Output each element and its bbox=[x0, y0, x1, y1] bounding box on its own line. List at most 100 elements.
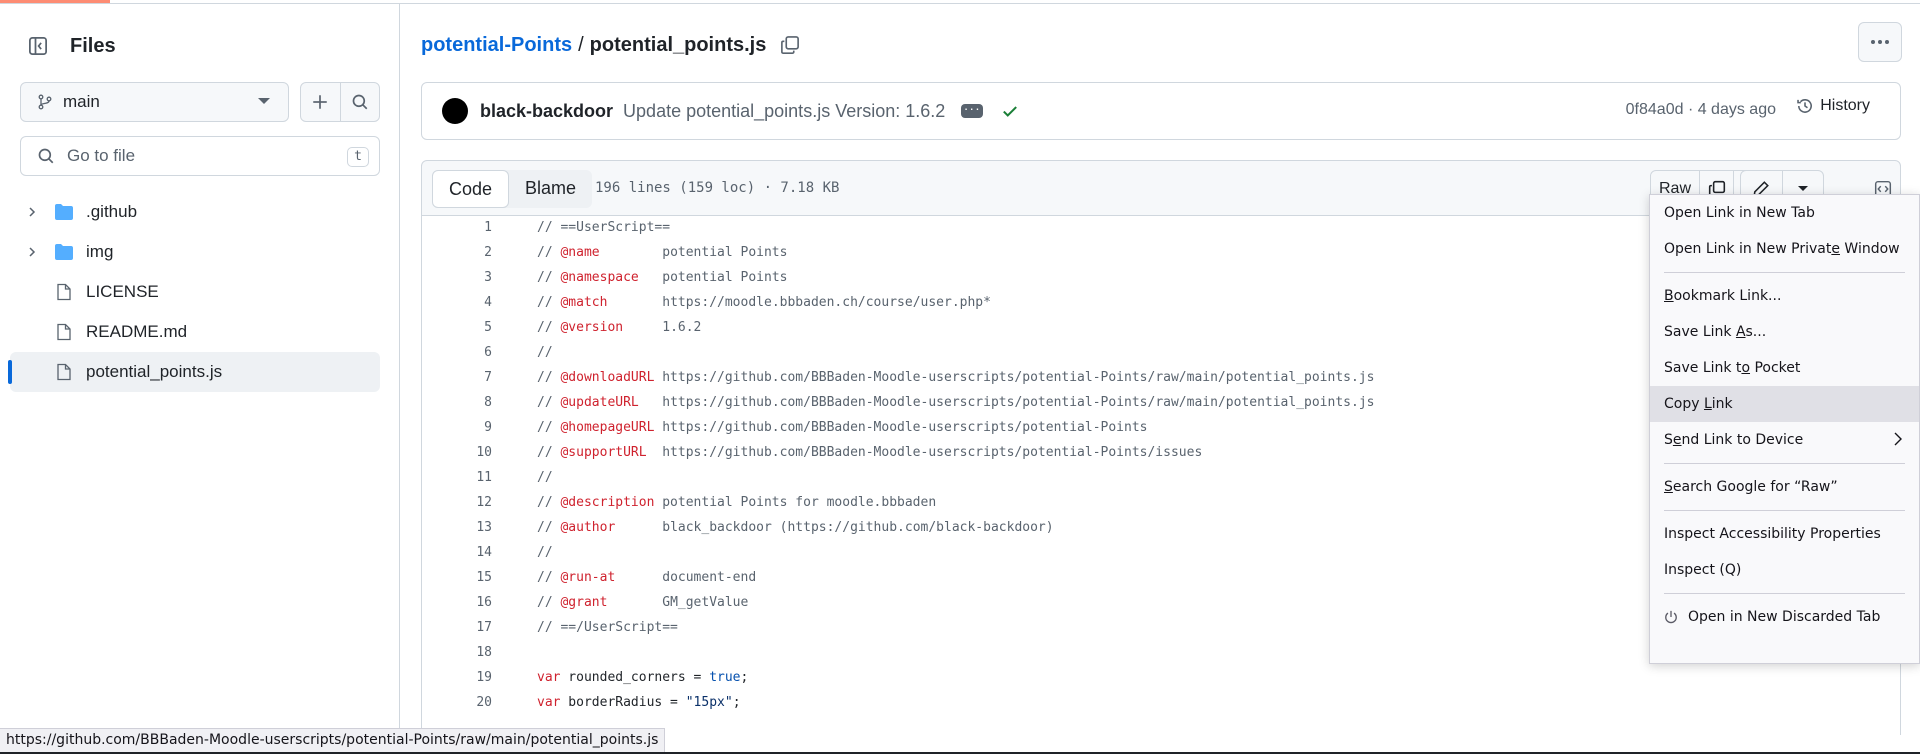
tree-item-readme[interactable]: README.md bbox=[10, 312, 380, 352]
line-number[interactable]: 11 bbox=[422, 470, 492, 485]
commit-author[interactable]: black-backdoor bbox=[480, 101, 613, 122]
menu-separator bbox=[1664, 593, 1905, 594]
menu-item-open-link-in-new-tab[interactable]: Open Link in New Tab bbox=[1650, 195, 1919, 231]
line-number[interactable]: 10 bbox=[422, 445, 492, 460]
line-number[interactable]: 8 bbox=[422, 395, 492, 410]
line-number[interactable]: 19 bbox=[422, 670, 492, 685]
line-number[interactable]: 12 bbox=[422, 495, 492, 510]
history-button[interactable]: History bbox=[1796, 97, 1870, 115]
code-token: document-end bbox=[615, 570, 757, 585]
menu-item-open-in-new-discarded-tab[interactable]: Open in New Discarded Tab bbox=[1650, 599, 1919, 635]
menu-separator bbox=[1664, 510, 1905, 511]
line-number[interactable]: 18 bbox=[422, 645, 492, 660]
breadcrumb: potential-Points / potential_points.js bbox=[421, 30, 800, 60]
folder-icon bbox=[52, 203, 76, 221]
sidebar-header: Files bbox=[20, 26, 116, 66]
line-number[interactable]: 4 bbox=[422, 295, 492, 310]
code-token: "15px" bbox=[685, 695, 733, 710]
line-number[interactable]: 1 bbox=[422, 220, 492, 235]
menu-item-label: Send Link to Device bbox=[1664, 432, 1804, 448]
search-code-button[interactable] bbox=[339, 83, 379, 121]
branch-selector[interactable]: main bbox=[20, 82, 289, 122]
code-token: // bbox=[537, 270, 561, 285]
line-number[interactable]: 15 bbox=[422, 570, 492, 585]
line-number[interactable]: 3 bbox=[422, 270, 492, 285]
code-token: black_backdoor (https://github.com/black… bbox=[615, 520, 1054, 535]
code-text: // @updateURL https://github.com/BBBaden… bbox=[537, 395, 1374, 410]
menu-item-inspect-accessibility-properties[interactable]: Inspect Accessibility Properties bbox=[1650, 516, 1919, 552]
chevron-down-icon bbox=[258, 98, 270, 104]
code-token: rounded_corners = bbox=[560, 670, 710, 685]
menu-item-bookmark-link[interactable]: Bookmark Link... bbox=[1650, 278, 1919, 314]
file-icon bbox=[52, 363, 76, 381]
avatar[interactable] bbox=[442, 98, 468, 124]
chevron-right-icon[interactable] bbox=[22, 206, 42, 218]
tree-item-potential-points-js[interactable]: potential_points.js bbox=[8, 352, 380, 392]
tab-code[interactable]: Code bbox=[432, 170, 510, 208]
code-token: ; bbox=[740, 670, 749, 685]
line-number[interactable]: 16 bbox=[422, 595, 492, 610]
breadcrumb-file-name: potential_points.js bbox=[589, 33, 767, 56]
line-number[interactable]: 17 bbox=[422, 620, 492, 635]
menu-item-save-link-as[interactable]: Save Link As... bbox=[1650, 314, 1919, 350]
chevron-right-icon bbox=[1893, 432, 1903, 446]
file-icon bbox=[52, 323, 76, 341]
tree-item-img-folder[interactable]: img bbox=[10, 232, 380, 272]
code-token: https://github.com/BBBaden-Moodle-usersc… bbox=[654, 370, 1375, 385]
expand-commit-message-button[interactable]: ··· bbox=[961, 101, 984, 118]
collapse-sidebar-button[interactable] bbox=[20, 28, 56, 64]
line-number[interactable]: 6 bbox=[422, 345, 492, 360]
shortcut-hint: t bbox=[347, 147, 369, 167]
code-token: // bbox=[537, 370, 561, 385]
check-icon[interactable] bbox=[1001, 102, 1019, 120]
menu-item-label: Save Link As... bbox=[1664, 324, 1767, 340]
tab-blame[interactable]: Blame bbox=[509, 170, 592, 208]
menu-item-send-link-to-device[interactable]: Send Link to Device bbox=[1650, 422, 1919, 458]
chevron-right-icon[interactable] bbox=[22, 246, 42, 258]
code-token: // bbox=[537, 595, 561, 610]
code-token: ; bbox=[732, 695, 741, 710]
browser-context-menu: Open Link in New Tab Open Link in New Pri… bbox=[1649, 194, 1920, 664]
tree-item-label: .github bbox=[86, 202, 138, 221]
line-number[interactable]: 5 bbox=[422, 320, 492, 335]
code-text: var rounded_corners = true; bbox=[537, 670, 748, 685]
line-number[interactable]: 14 bbox=[422, 545, 492, 560]
menu-item-inspect-q[interactable]: Inspect (Q) bbox=[1650, 552, 1919, 588]
code-token: // ==UserScript== bbox=[537, 220, 671, 235]
code-token: potential Points for moodle.bbbaden bbox=[654, 495, 937, 510]
copy-path-button[interactable] bbox=[780, 35, 800, 55]
code-text: // @author black_backdoor (https://githu… bbox=[537, 520, 1054, 535]
line-number[interactable]: 7 bbox=[422, 370, 492, 385]
menu-item-open-link-in-new-private-window[interactable]: Open Link in New Private Window bbox=[1650, 231, 1919, 267]
more-options-button[interactable] bbox=[1858, 22, 1902, 62]
commit-sha-time[interactable]: 0f84a0d · 4 days ago bbox=[1626, 101, 1776, 119]
code-token: // bbox=[537, 345, 553, 360]
code-token: @version bbox=[560, 320, 624, 335]
tree-item-github-folder[interactable]: .github bbox=[10, 192, 380, 232]
code-token: // bbox=[537, 520, 561, 535]
commit-message[interactable]: Update potential_points.js Version: 1.6.… bbox=[623, 101, 945, 122]
menu-item-copy-link[interactable]: Copy Link bbox=[1650, 386, 1919, 422]
add-file-button[interactable] bbox=[301, 83, 340, 121]
sidebar-title: Files bbox=[70, 34, 116, 57]
code-line: 19 var rounded_corners = true; bbox=[422, 665, 1900, 690]
git-branch-icon bbox=[38, 94, 52, 110]
search-icon bbox=[38, 148, 54, 164]
code-token: @match bbox=[560, 295, 608, 310]
menu-item-search-google-for-raw[interactable]: Search Google for “Raw” bbox=[1650, 469, 1919, 505]
code-token: // bbox=[537, 445, 561, 460]
breadcrumb-separator: / bbox=[578, 33, 584, 56]
menu-item-save-link-to-pocket[interactable]: Save Link to Pocket bbox=[1650, 350, 1919, 386]
go-to-file-input[interactable]: Go to file t bbox=[20, 136, 380, 176]
code-token: @author bbox=[560, 520, 616, 535]
line-number[interactable]: 13 bbox=[422, 520, 492, 535]
line-number[interactable]: 20 bbox=[422, 695, 492, 710]
code-text: // @homepageURL https://github.com/BBBad… bbox=[537, 420, 1148, 435]
code-token: 1.6.2 bbox=[623, 320, 702, 335]
copy-icon bbox=[781, 36, 800, 54]
tree-item-license[interactable]: LICENSE bbox=[10, 272, 380, 312]
breadcrumb-repo-link[interactable]: potential-Points bbox=[421, 34, 572, 57]
line-number[interactable]: 2 bbox=[422, 245, 492, 260]
file-tree: .github img LICENSE README.md potential_… bbox=[8, 192, 380, 392]
line-number[interactable]: 9 bbox=[422, 420, 492, 435]
